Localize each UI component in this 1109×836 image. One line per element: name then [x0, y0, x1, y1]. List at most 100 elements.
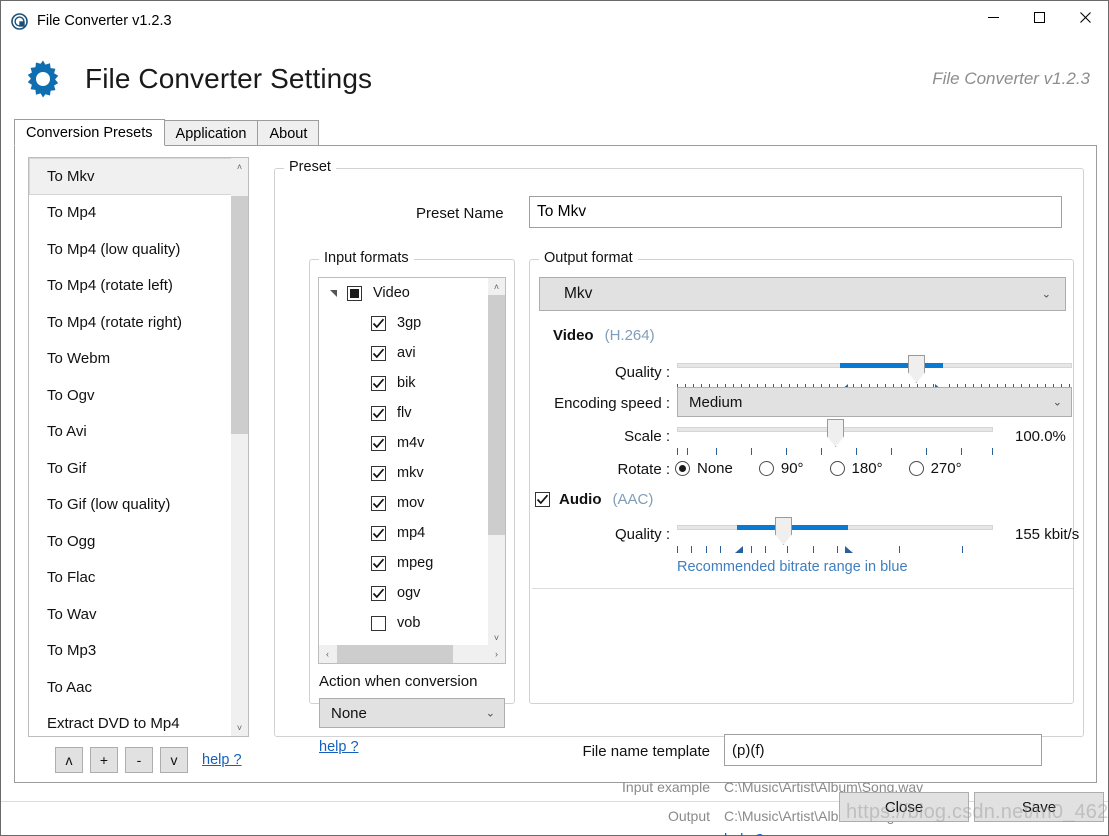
- preset-list-item[interactable]: Extract DVD to Mp4: [29, 706, 248, 738]
- tree-item-m4v[interactable]: m4v: [319, 428, 505, 458]
- audio-quality-slider[interactable]: [677, 517, 993, 545]
- preset-list-item[interactable]: To Webm: [29, 341, 248, 378]
- move-preset-down-button[interactable]: v: [160, 747, 188, 773]
- scrollbar-thumb[interactable]: [231, 196, 248, 434]
- slider-recommended-range: [737, 525, 848, 530]
- slider-thumb[interactable]: [775, 517, 792, 545]
- file-converter-window: File Converter v1.2.3: [0, 0, 1109, 836]
- scrollbar-thumb[interactable]: [337, 645, 453, 663]
- close-dialog-button[interactable]: Close: [839, 792, 969, 822]
- remove-preset-button[interactable]: -: [125, 747, 153, 773]
- checkbox-audio-enabled[interactable]: [535, 492, 550, 507]
- preset-list-item[interactable]: To Gif: [29, 450, 248, 487]
- tab-about[interactable]: About: [257, 120, 319, 146]
- preset-label: To Ogg: [47, 533, 95, 550]
- tab-conversion-presets[interactable]: Conversion Presets: [14, 119, 165, 146]
- preset-list[interactable]: To Mkv To Mp4 To Mp4 (low quality) To Mp…: [28, 157, 249, 737]
- maximize-button[interactable]: [1016, 1, 1062, 33]
- encoding-speed-dropdown[interactable]: Medium ⌄: [677, 387, 1072, 417]
- checkbox-ogv[interactable]: [371, 586, 386, 601]
- preset-label: To Mp4 (rotate left): [47, 277, 173, 294]
- file-name-help-link[interactable]: help ?: [724, 832, 764, 836]
- input-formats-help-link[interactable]: help ?: [319, 739, 359, 755]
- scale-slider[interactable]: [677, 419, 993, 447]
- preset-label: To Aac: [47, 679, 92, 696]
- tree-node-video[interactable]: Video: [319, 278, 505, 308]
- tree-item-mp4[interactable]: mp4: [319, 518, 505, 548]
- radio-label-90[interactable]: 90°: [781, 460, 804, 477]
- preset-list-item[interactable]: To Wav: [29, 596, 248, 633]
- collapse-triangle-icon[interactable]: [326, 285, 342, 301]
- file-name-template-input[interactable]: [724, 734, 1042, 766]
- tree-item-mpeg[interactable]: mpeg: [319, 548, 505, 578]
- radio-rotate-none[interactable]: [675, 461, 690, 476]
- preset-groupbox-title: Preset: [284, 159, 336, 175]
- tree-item-ogv[interactable]: ogv: [319, 578, 505, 608]
- checkbox-bik[interactable]: [371, 376, 386, 391]
- preset-list-item[interactable]: To Mp4: [29, 195, 248, 232]
- preset-list-item[interactable]: To Flac: [29, 560, 248, 597]
- tree-horizontal-scrollbar[interactable]: ‹ ›: [319, 645, 505, 663]
- preset-name-input[interactable]: [529, 196, 1062, 228]
- preset-list-scrollbar[interactable]: ˄ ˅: [231, 158, 248, 736]
- save-button[interactable]: Save: [974, 792, 1104, 822]
- tab-application[interactable]: Application: [164, 120, 259, 146]
- tree-vertical-scrollbar[interactable]: ˄ ˅: [488, 278, 505, 646]
- preset-list-item[interactable]: To Mp4 (rotate left): [29, 268, 248, 305]
- preset-list-item[interactable]: To Aac: [29, 669, 248, 706]
- move-preset-up-button[interactable]: ʌ: [55, 747, 83, 773]
- action-when-conversion-dropdown[interactable]: None ⌄: [319, 698, 505, 728]
- preset-list-item[interactable]: To Mkv: [29, 158, 248, 195]
- output-format-dropdown[interactable]: Mkv ⌄: [539, 277, 1066, 311]
- preset-list-item[interactable]: To Avi: [29, 414, 248, 451]
- preset-list-item[interactable]: To Gif (low quality): [29, 487, 248, 524]
- minimize-button[interactable]: [970, 1, 1016, 33]
- output-format-groupbox: Output format Mkv ⌄ Video (H.264) Qualit…: [529, 259, 1074, 704]
- video-quality-slider[interactable]: [677, 355, 1072, 383]
- preset-list-item[interactable]: To Mp3: [29, 633, 248, 670]
- checkbox-mkv[interactable]: [371, 466, 386, 481]
- scroll-down-icon[interactable]: ˅: [488, 629, 505, 646]
- radio-label-270[interactable]: 270°: [931, 460, 962, 477]
- audio-section-header: Audio (AAC): [535, 491, 653, 508]
- slider-thumb[interactable]: [827, 419, 844, 447]
- scroll-up-icon[interactable]: ˄: [488, 278, 505, 295]
- radio-rotate-180[interactable]: [830, 461, 845, 476]
- tree-item-vob[interactable]: vob: [319, 608, 505, 638]
- checkbox-avi[interactable]: [371, 346, 386, 361]
- checkbox-vob[interactable]: [371, 616, 386, 631]
- checkbox-video-partial[interactable]: [347, 286, 362, 301]
- checkbox-mp4[interactable]: [371, 526, 386, 541]
- checkbox-mpeg[interactable]: [371, 556, 386, 571]
- checkbox-3gp[interactable]: [371, 316, 386, 331]
- preset-list-item[interactable]: To Ogv: [29, 377, 248, 414]
- radio-label-180[interactable]: 180°: [852, 460, 883, 477]
- scroll-right-icon[interactable]: ›: [488, 645, 505, 663]
- preset-list-item[interactable]: To Mp4 (low quality): [29, 231, 248, 268]
- add-preset-button[interactable]: +: [90, 747, 118, 773]
- checkbox-flv[interactable]: [371, 406, 386, 421]
- check-icon: [372, 467, 385, 480]
- tree-item-bik[interactable]: bik: [319, 368, 505, 398]
- scrollbar-thumb[interactable]: [488, 295, 505, 535]
- input-formats-tree[interactable]: Video 3gp avi: [318, 277, 506, 664]
- checkbox-mov[interactable]: [371, 496, 386, 511]
- radio-rotate-270[interactable]: [909, 461, 924, 476]
- checkbox-m4v[interactable]: [371, 436, 386, 451]
- radio-rotate-90[interactable]: [759, 461, 774, 476]
- slider-thumb[interactable]: [908, 355, 925, 383]
- scroll-left-icon[interactable]: ‹: [319, 645, 336, 663]
- scroll-up-icon[interactable]: ˄: [231, 158, 248, 175]
- radio-label-none[interactable]: None: [697, 460, 733, 477]
- preset-help-link[interactable]: help ?: [202, 752, 242, 768]
- tree-item-mkv[interactable]: mkv: [319, 458, 505, 488]
- tree-item-3gp[interactable]: 3gp: [319, 308, 505, 338]
- close-button[interactable]: [1062, 1, 1108, 33]
- preset-list-item[interactable]: To Ogg: [29, 523, 248, 560]
- tree-item-flv[interactable]: flv: [319, 398, 505, 428]
- preset-list-item[interactable]: To Mp4 (rotate right): [29, 304, 248, 341]
- app-version-label: File Converter v1.2.3: [932, 69, 1090, 89]
- tree-item-mov[interactable]: mov: [319, 488, 505, 518]
- scroll-down-icon[interactable]: ˅: [231, 719, 248, 736]
- tree-item-avi[interactable]: avi: [319, 338, 505, 368]
